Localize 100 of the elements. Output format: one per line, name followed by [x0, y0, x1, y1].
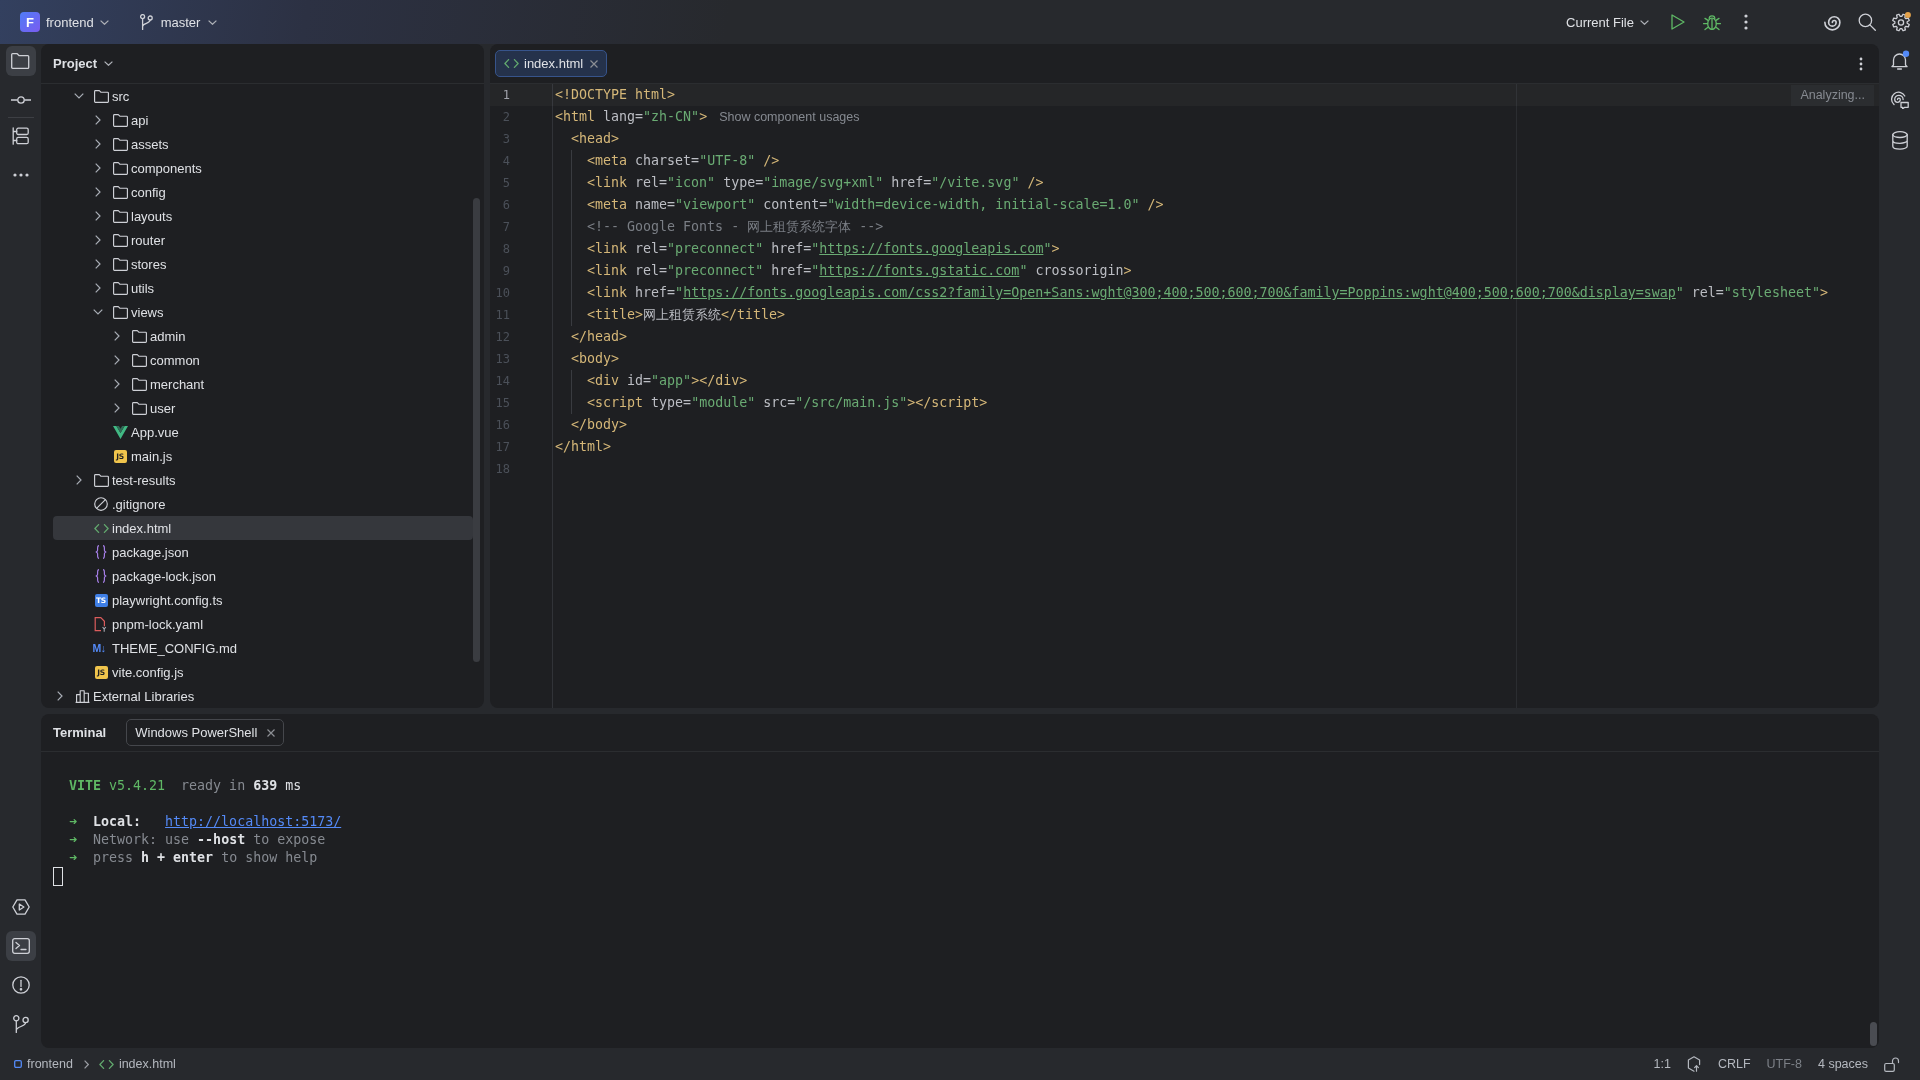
tree-item[interactable]: router [53, 228, 473, 252]
analysis-status: Analyzing... [1791, 85, 1874, 106]
code-line: <link rel="icon" type="image/svg+xml" href="/vite.svg" /> [587, 174, 1044, 192]
tool-window-button[interactable] [5, 46, 36, 76]
tree-item[interactable]: package.json [53, 540, 473, 564]
chevron-down-icon[interactable] [74, 93, 84, 99]
view-selector[interactable]: Project [53, 56, 114, 71]
close-icon[interactable] [267, 728, 276, 737]
structure-icon[interactable] [12, 127, 29, 145]
folder-icon [112, 233, 128, 247]
spiral-icon[interactable] [1824, 13, 1842, 31]
folder-icon[interactable] [11, 53, 30, 69]
tree-item[interactable]: assets [53, 132, 473, 156]
chevron-right-icon[interactable] [114, 355, 120, 365]
terminal-icon[interactable] [11, 938, 30, 954]
tree-item[interactable]: utils [53, 276, 473, 300]
chevron-down-icon[interactable] [104, 61, 114, 66]
chevron-right-icon[interactable] [114, 379, 120, 389]
code-line: <div id="app"></div> [587, 372, 748, 390]
chevron-down-icon[interactable] [99, 19, 109, 25]
code-line: <html lang="zh-CN"> [555, 108, 708, 126]
code-link[interactable]: https://fonts.gstatic.com [819, 263, 1020, 278]
tree-item[interactable]: M↓ THEME_CONFIG.md [53, 636, 473, 660]
tree-item[interactable]: package-lock.json [53, 564, 473, 588]
tree-item[interactable]: user [53, 396, 473, 420]
alert-icon[interactable] [11, 976, 30, 994]
breadcrumb-item[interactable]: index.html [98, 1057, 176, 1071]
database-icon[interactable] [1891, 130, 1908, 150]
chevron-right-icon[interactable] [95, 283, 101, 293]
play-icon[interactable] [1671, 14, 1685, 30]
tree-item[interactable]: External Libraries [53, 684, 473, 708]
code-vision-link[interactable]: Show component usages [719, 110, 860, 124]
settings-icon[interactable] [1891, 12, 1911, 32]
tree-item[interactable]: config [53, 180, 473, 204]
code-line: </head> [571, 328, 628, 346]
chevron-right-icon[interactable] [95, 187, 101, 197]
breadcrumb-item[interactable]: frontend [14, 1057, 73, 1071]
tool-window-button[interactable] [5, 931, 36, 961]
folder-icon [131, 329, 147, 343]
tree-item[interactable]: stores [53, 252, 473, 276]
tree-item[interactable]: App.vue [53, 420, 473, 444]
tree-item[interactable]: src [53, 84, 473, 108]
chevron-right-icon[interactable] [95, 211, 101, 221]
chevron-right-icon[interactable] [95, 235, 101, 245]
chevron-down-icon[interactable] [93, 309, 103, 315]
terminal-link[interactable]: http://localhost:5173/ [165, 814, 342, 829]
more-icon[interactable] [1744, 14, 1748, 30]
chevron-right-icon[interactable] [57, 691, 63, 701]
tree-item[interactable]: test-results [53, 468, 473, 492]
more-icon[interactable] [12, 173, 29, 177]
chevron-right-icon[interactable] [95, 163, 101, 173]
chevron-down-icon[interactable] [208, 19, 218, 25]
project-switcher[interactable]: F frontend [14, 8, 115, 36]
padlock-icon[interactable] [1884, 1056, 1900, 1072]
chevron-right-icon[interactable] [114, 331, 120, 341]
chevron-right-icon[interactable] [114, 403, 120, 413]
editor-tab[interactable]: index.html [495, 50, 608, 77]
chevron-right-icon[interactable] [95, 139, 101, 149]
tree-item[interactable]: admin [53, 324, 473, 348]
branch-icon[interactable] [12, 1015, 29, 1033]
chevron-down-icon[interactable] [1640, 19, 1649, 25]
folder-icon [131, 401, 147, 415]
scrollbar-thumb[interactable] [1870, 1022, 1877, 1046]
branch-switcher[interactable]: master [133, 8, 224, 36]
tree-item[interactable]: components [53, 156, 473, 180]
bell-icon[interactable] [1889, 50, 1910, 70]
chat-bubble-icon[interactable] [1890, 91, 1909, 109]
run-icon[interactable] [11, 899, 30, 915]
bug-icon[interactable] [1703, 13, 1721, 31]
search-icon[interactable] [1858, 13, 1876, 31]
close-icon[interactable] [590, 59, 599, 68]
braces-icon [95, 545, 107, 559]
folder-icon [112, 161, 128, 175]
tree-item[interactable]: common [53, 348, 473, 372]
hexagon-icon[interactable] [1686, 1056, 1702, 1072]
tree-item[interactable]: .gitignore [53, 492, 473, 516]
tree-item[interactable]: api [53, 108, 473, 132]
chevron-right-icon[interactable] [95, 115, 101, 125]
code-link[interactable]: https://fonts.googleapis.com [819, 241, 1044, 256]
scrollbar-thumb[interactable] [473, 198, 480, 662]
run-configuration-dropdown[interactable]: Current File [1560, 8, 1655, 36]
terminal-tab[interactable]: Windows PowerShell [126, 719, 285, 746]
status-widget[interactable]: CRLF [1709, 1057, 1759, 1071]
status-widget[interactable]: 1:1 [1645, 1057, 1679, 1071]
commit-icon[interactable] [10, 96, 31, 104]
code-line: <!-- Google Fonts - 网上租赁系统字体 --> [587, 218, 884, 236]
terminal-line: ➜ Local: http://localhost:5173/ [68, 813, 342, 831]
code-link[interactable]: https://fonts.googleapis.com/css2?family=Open+Sans:wght@300;400;500;600;700&family=Poppins:wght@400;500;600;700&display=swap [683, 285, 1676, 300]
tree-item[interactable]: layouts [53, 204, 473, 228]
status-widget[interactable]: 4 spaces [1809, 1057, 1876, 1071]
branch-icon [139, 14, 153, 30]
more-icon[interactable] [1859, 56, 1863, 71]
tree-item[interactable]: merchant [53, 372, 473, 396]
code-line: <title>网上租赁系统</title> [587, 306, 786, 324]
tree-item[interactable]: views [53, 300, 473, 324]
chevron-right-icon[interactable] [95, 259, 101, 269]
html-file-icon [93, 523, 109, 533]
chevron-right-icon[interactable] [76, 475, 82, 485]
tree-item[interactable]: pnpm-lock.yaml [53, 612, 473, 636]
tree-item[interactable]: index.html [53, 516, 473, 540]
